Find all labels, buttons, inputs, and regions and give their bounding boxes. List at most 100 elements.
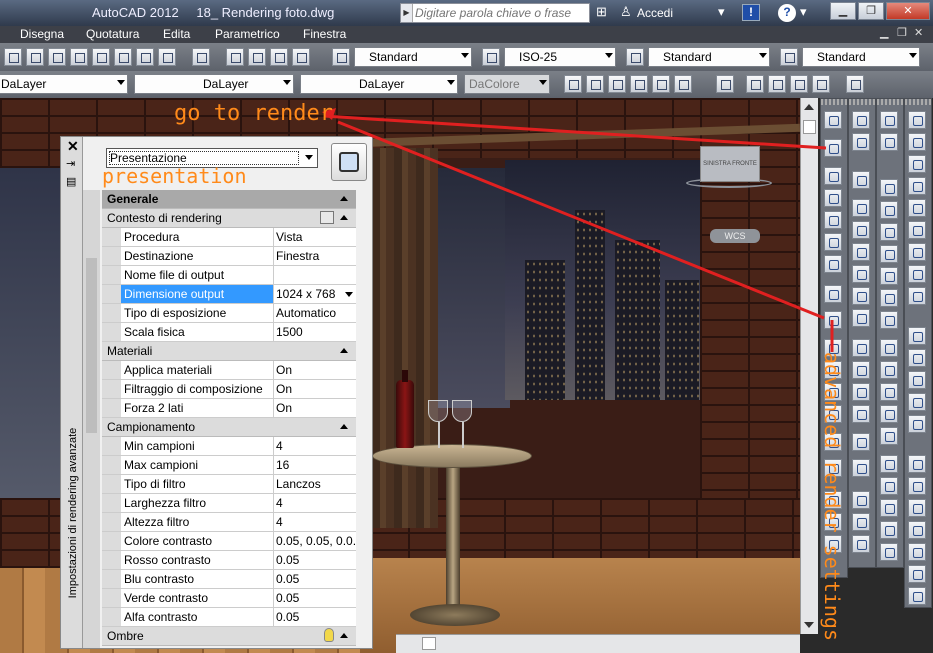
property-row[interactable]: Min campioni 4 [102, 437, 356, 456]
revolve-icon[interactable] [908, 393, 926, 411]
multileader-style-icon[interactable] [780, 48, 798, 66]
multileader-style-select[interactable]: Standard [802, 47, 920, 67]
category-campionamento[interactable]: Campionamento [102, 418, 356, 437]
solid-icon[interactable] [852, 243, 870, 261]
toolbar-icon[interactable] [92, 48, 110, 66]
property-row-selected[interactable]: Dimensione output 1024 x 768 [102, 285, 356, 304]
solid-icon[interactable] [852, 199, 870, 217]
property-value[interactable]: Automatico [274, 304, 356, 323]
dim-style-icon[interactable] [482, 48, 500, 66]
advanced-render-settings-icon[interactable] [824, 311, 842, 329]
search-input[interactable] [415, 5, 587, 21]
edit-icon[interactable] [880, 339, 898, 357]
visual-style-icon[interactable] [768, 75, 786, 93]
edit-icon[interactable] [880, 405, 898, 423]
property-row[interactable]: Altezza filtro 4 [102, 513, 356, 532]
doc-minimize-icon[interactable]: ▁ [880, 26, 888, 39]
solid-icon[interactable] [852, 433, 870, 451]
property-row[interactable]: Verde contrasto 0.05 [102, 589, 356, 608]
property-value[interactable]: 1500 [274, 323, 356, 342]
edit-icon[interactable] [880, 499, 898, 517]
dim-style-select[interactable]: ISO-25 [504, 47, 616, 67]
box-icon[interactable] [908, 111, 926, 129]
toolbar-icon[interactable] [70, 48, 88, 66]
scroll-up-icon[interactable] [804, 104, 814, 110]
materials-icon[interactable] [824, 211, 842, 229]
loft-icon[interactable] [908, 415, 926, 433]
property-value[interactable]: 4 [274, 494, 356, 513]
sweep-icon[interactable] [908, 371, 926, 389]
toolbar-icon[interactable] [292, 48, 310, 66]
edit-icon[interactable] [880, 521, 898, 539]
solid-icon[interactable] [852, 535, 870, 553]
lightbulb-icon[interactable] [324, 628, 334, 642]
scroll-thumb[interactable] [86, 258, 97, 433]
materials-icon[interactable] [824, 233, 842, 251]
edit-icon[interactable] [880, 267, 898, 285]
chevron-down-icon[interactable]: ▾ [718, 4, 725, 20]
scroll-thumb[interactable] [422, 637, 436, 650]
collapse-icon[interactable] [340, 196, 348, 201]
property-value[interactable]: 0.05 [274, 551, 356, 570]
solid-icon[interactable] [852, 491, 870, 509]
category-contesto[interactable]: Contesto di rendering [102, 209, 356, 228]
close-icon[interactable]: ✕ [67, 138, 79, 155]
toolbar-icon[interactable] [846, 75, 864, 93]
menu-finestra[interactable]: Finestra [303, 27, 346, 41]
search-dropdown-icon[interactable]: ▶ [401, 4, 413, 22]
property-row[interactable]: Destinazione Finestra [102, 247, 356, 266]
edit-icon[interactable] [880, 311, 898, 329]
toolbar-icon[interactable] [652, 75, 670, 93]
lineweight-select[interactable]: DaLayer [300, 74, 458, 94]
solid-icon[interactable] [852, 459, 870, 477]
viewcube[interactable]: SINISTRA FRONTE [700, 146, 760, 182]
edit-icon[interactable] [880, 179, 898, 197]
property-value[interactable]: On [274, 361, 356, 380]
search-box[interactable]: ▶ [400, 3, 590, 23]
wcs-menu[interactable]: WCS [710, 229, 760, 243]
toolbar-icon[interactable] [270, 48, 288, 66]
palette-title-bar[interactable]: ✕ ⇥ ▤ Impostazioni di rendering avanzate [61, 137, 83, 648]
scroll-thumb[interactable] [803, 120, 816, 134]
subtract-icon[interactable] [908, 477, 926, 495]
property-row[interactable]: Nome file di output [102, 266, 356, 285]
wedge-icon[interactable] [908, 133, 926, 151]
property-row[interactable]: Larghezza filtro 4 [102, 494, 356, 513]
binoculars-icon[interactable]: ⊞ [596, 4, 607, 20]
subtract-icon[interactable] [880, 133, 898, 151]
toolbar-icon[interactable] [48, 48, 66, 66]
property-value[interactable]: 0.05 [274, 608, 356, 627]
toolbar-icon[interactable] [630, 75, 648, 93]
render-button[interactable] [331, 143, 367, 181]
doc-restore-icon[interactable]: ❐ [897, 26, 907, 39]
edit-icon[interactable] [880, 223, 898, 241]
property-row[interactable]: Procedura Vista [102, 228, 356, 247]
3d-array-icon[interactable] [908, 587, 926, 605]
horizontal-scrollbar[interactable] [396, 634, 800, 653]
palette-scrollbar[interactable] [83, 190, 100, 648]
toolbar-grip[interactable] [849, 99, 875, 105]
toolbar-icon[interactable] [226, 48, 244, 66]
toolbar-icon[interactable] [114, 48, 132, 66]
property-row[interactable]: Tipo di filtro Lanczos [102, 475, 356, 494]
advanced-render-settings-palette[interactable]: ✕ ⇥ ▤ Impostazioni di rendering avanzate… [60, 136, 373, 649]
property-row[interactable]: Rosso contrasto 0.05 [102, 551, 356, 570]
property-row[interactable]: Max campioni 16 [102, 456, 356, 475]
solid-icon[interactable] [852, 383, 870, 401]
vertical-scrollbar[interactable] [800, 98, 818, 634]
solid-icon[interactable] [852, 287, 870, 305]
property-value[interactable]: Vista [274, 228, 356, 247]
property-row[interactable]: Alfa contrasto 0.05 [102, 608, 356, 627]
light-icon[interactable] [824, 189, 842, 207]
cone-icon[interactable] [908, 177, 926, 195]
property-value[interactable]: 4 [274, 513, 356, 532]
property-value[interactable]: 4 [274, 437, 356, 456]
minimize-button[interactable]: ▁ [830, 2, 856, 20]
menu-disegna[interactable]: Disegna [20, 27, 64, 41]
3d-rotate-icon[interactable] [908, 543, 926, 561]
linetype-select[interactable]: DaLayer [134, 74, 294, 94]
planar-surface-icon[interactable] [908, 287, 926, 305]
pyramid-icon[interactable] [908, 155, 926, 173]
context-icon[interactable] [320, 211, 334, 224]
3d-align-icon[interactable] [908, 565, 926, 583]
